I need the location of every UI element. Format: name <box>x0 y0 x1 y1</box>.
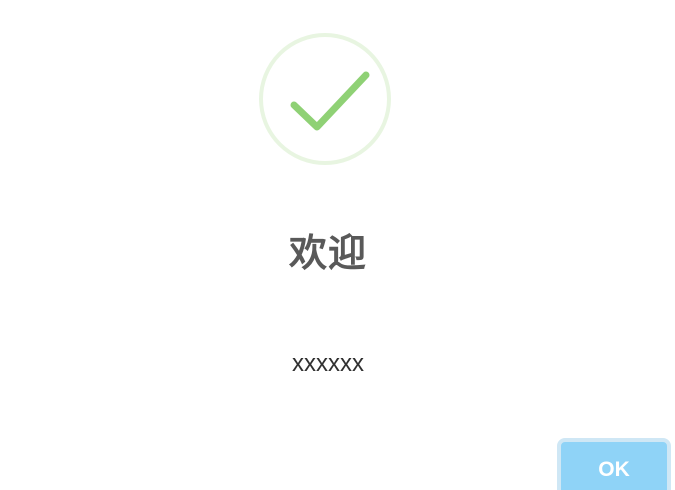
checkmark-icon <box>290 71 370 131</box>
ok-button-label: OK <box>598 458 630 481</box>
success-icon-ring <box>259 33 391 165</box>
dialog-title: 欢迎 <box>288 231 367 275</box>
alert-dialog: 欢迎 xxxxxx OK <box>0 0 675 490</box>
dialog-message: xxxxxx <box>292 350 364 377</box>
ok-button[interactable]: OK <box>557 438 671 490</box>
